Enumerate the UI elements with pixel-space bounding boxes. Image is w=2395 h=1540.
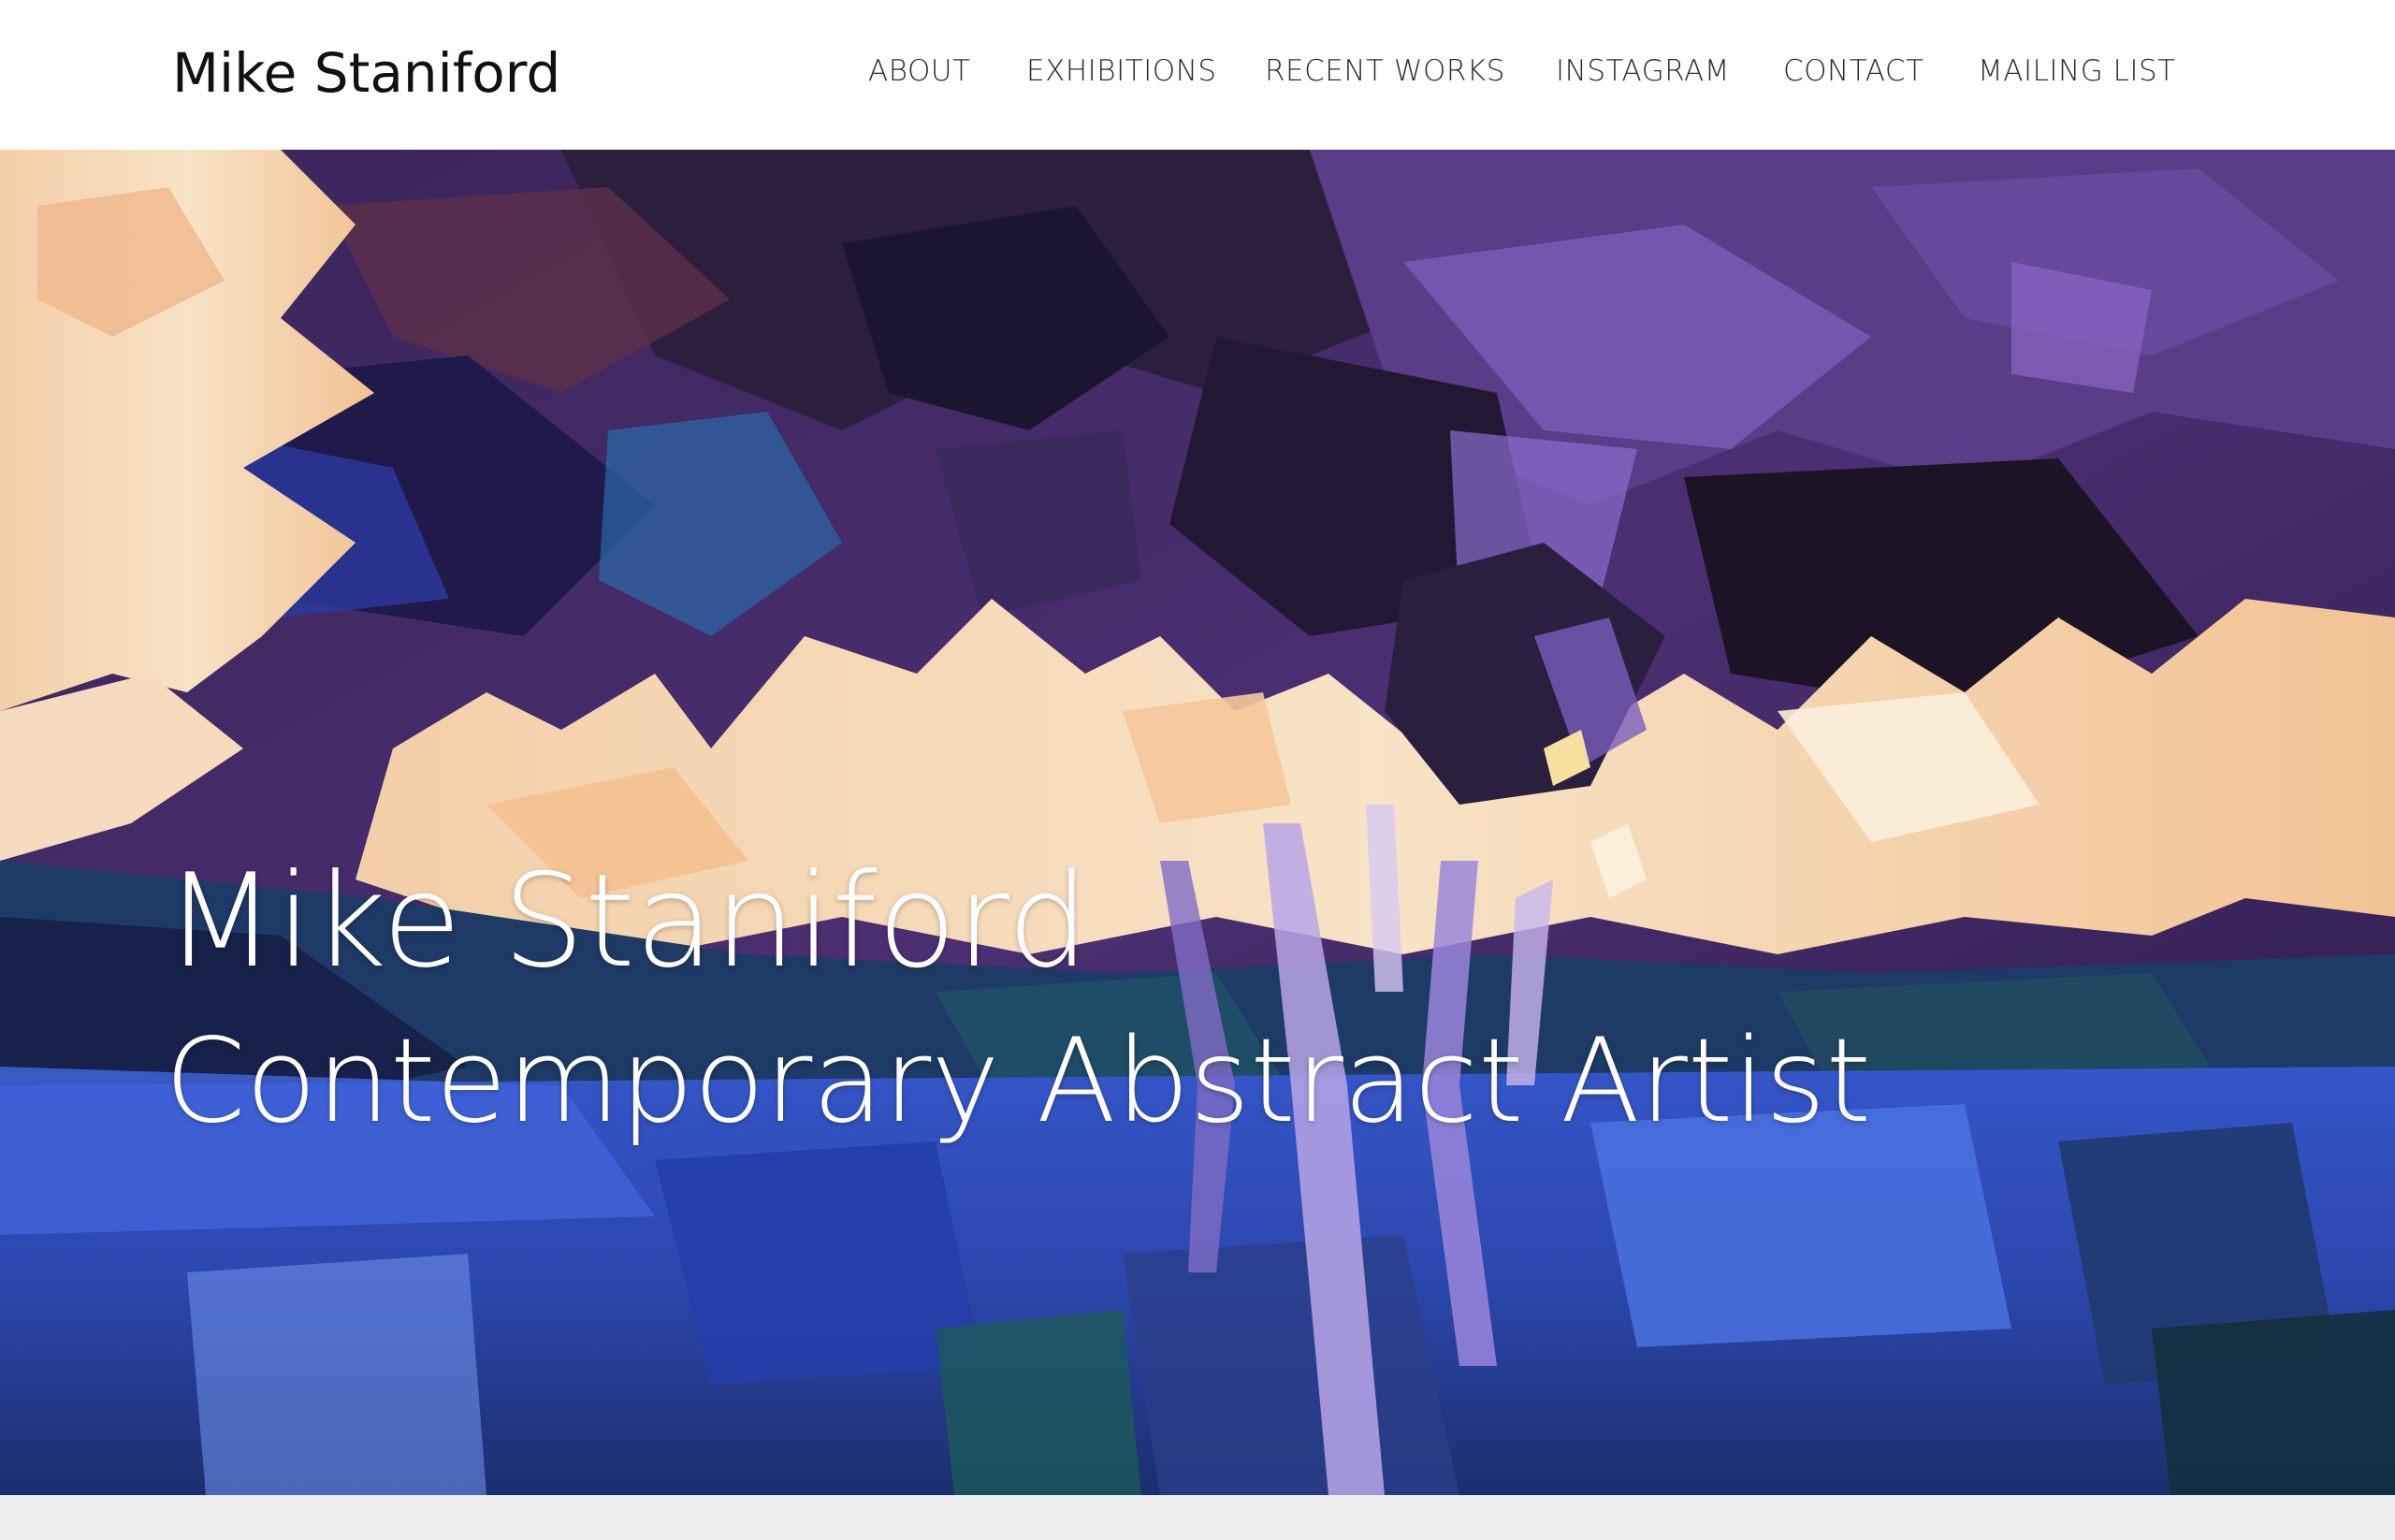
below-fold-strip [0, 1495, 2395, 1540]
nav-contact[interactable]: CONTACT [1783, 52, 1924, 90]
nav-mailing-list[interactable]: MAILING LIST [1978, 52, 2176, 90]
nav-instagram[interactable]: INSTAGRAM [1556, 52, 1730, 90]
hero-painting-image [0, 150, 2395, 1495]
nav-about[interactable]: ABOUT [868, 52, 971, 90]
nav-exhibitions[interactable]: EXHIBITIONS [1026, 52, 1217, 90]
hero-title: Mike Staniford [165, 846, 1090, 996]
hero-subtitle: Contemporary Abstract Artist [165, 1014, 1872, 1149]
hero-banner: Mike Staniford Contemporary Abstract Art… [0, 150, 2395, 1495]
site-header: Mike Staniford ABOUT EXHIBITIONS RECENT … [0, 0, 2395, 150]
site-title-link[interactable]: Mike Staniford [172, 37, 560, 109]
nav-recent-works[interactable]: RECENT WORKS [1265, 52, 1505, 90]
